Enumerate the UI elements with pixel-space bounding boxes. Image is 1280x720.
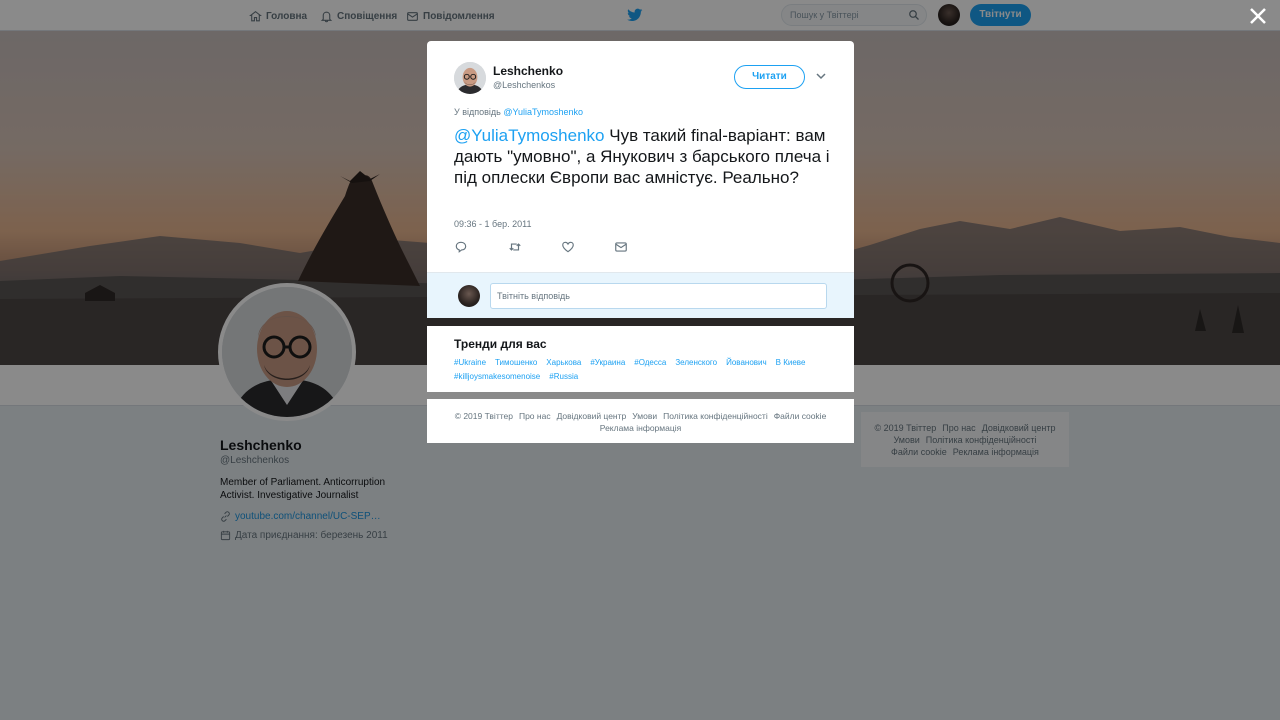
reply-input[interactable]: Твітніть відповідь: [490, 283, 827, 309]
trends-title: Тренди для вас: [454, 337, 547, 351]
trend-item[interactable]: #Ukraine: [454, 358, 486, 367]
follow-button[interactable]: Читати: [734, 65, 805, 89]
tweet-mention[interactable]: @YuliaTymoshenko: [454, 126, 605, 145]
author-name[interactable]: Leshchenko: [493, 64, 563, 78]
modal-footer: © 2019 Твіттер Про нас Довідковий центр Умо…: [427, 399, 854, 443]
trend-item[interactable]: Йованович: [726, 358, 767, 367]
chevron-down-icon[interactable]: [816, 73, 826, 80]
trends-panel: Тренди для вас #Ukraine Тимошенко Харькова…: [427, 326, 854, 392]
author-handle[interactable]: @Leshchenkos: [493, 80, 555, 90]
retweet-icon[interactable]: [508, 240, 522, 254]
trend-item[interactable]: Харькова: [546, 358, 581, 367]
trend-item[interactable]: Тимошенко: [495, 358, 537, 367]
footer-link[interactable]: Політика конфіденційності: [663, 411, 768, 421]
footer-link[interactable]: Довідковий центр: [557, 411, 627, 421]
close-icon[interactable]: [1248, 6, 1268, 26]
trend-item[interactable]: #Russia: [549, 372, 578, 381]
like-icon[interactable]: [561, 240, 575, 254]
trend-item[interactable]: #Украина: [590, 358, 625, 367]
trend-item[interactable]: #Одесса: [634, 358, 666, 367]
trend-list: #Ukraine Тимошенко Харькова #Украина #Одесса…: [454, 356, 839, 383]
reply-composer: Твітніть відповідь: [427, 272, 854, 318]
author-avatar[interactable]: [454, 62, 486, 94]
reply-to-prefix: У відповідь: [454, 107, 501, 117]
trend-item[interactable]: #killjoysmakesomenoise: [454, 372, 540, 381]
footer-link[interactable]: © 2019 Твіттер: [455, 411, 513, 421]
footer-link[interactable]: Файли cookie: [774, 411, 827, 421]
tweet-text: @YuliaTymoshenko Чув такий final-варіант…: [454, 125, 830, 188]
footer-link[interactable]: Про нас: [519, 411, 551, 421]
trend-item[interactable]: В Киеве: [776, 358, 806, 367]
footer-link[interactable]: Реклама інформація: [600, 423, 681, 433]
reply-avatar: [458, 285, 480, 307]
footer-link[interactable]: Умови: [632, 411, 657, 421]
direct-message-icon[interactable]: [614, 240, 628, 254]
reply-context: У відповідь @YuliaTymoshenko: [454, 107, 583, 117]
tweet-timestamp[interactable]: 09:36 - 1 бер. 2011: [454, 219, 531, 229]
reply-icon[interactable]: [454, 240, 468, 254]
trend-item[interactable]: Зеленского: [675, 358, 717, 367]
author-portrait: [454, 62, 486, 94]
reply-to-mention[interactable]: @YuliaTymoshenko: [503, 107, 583, 117]
tweet-modal: Leshchenko @Leshchenkos Читати У відпові…: [427, 41, 854, 318]
